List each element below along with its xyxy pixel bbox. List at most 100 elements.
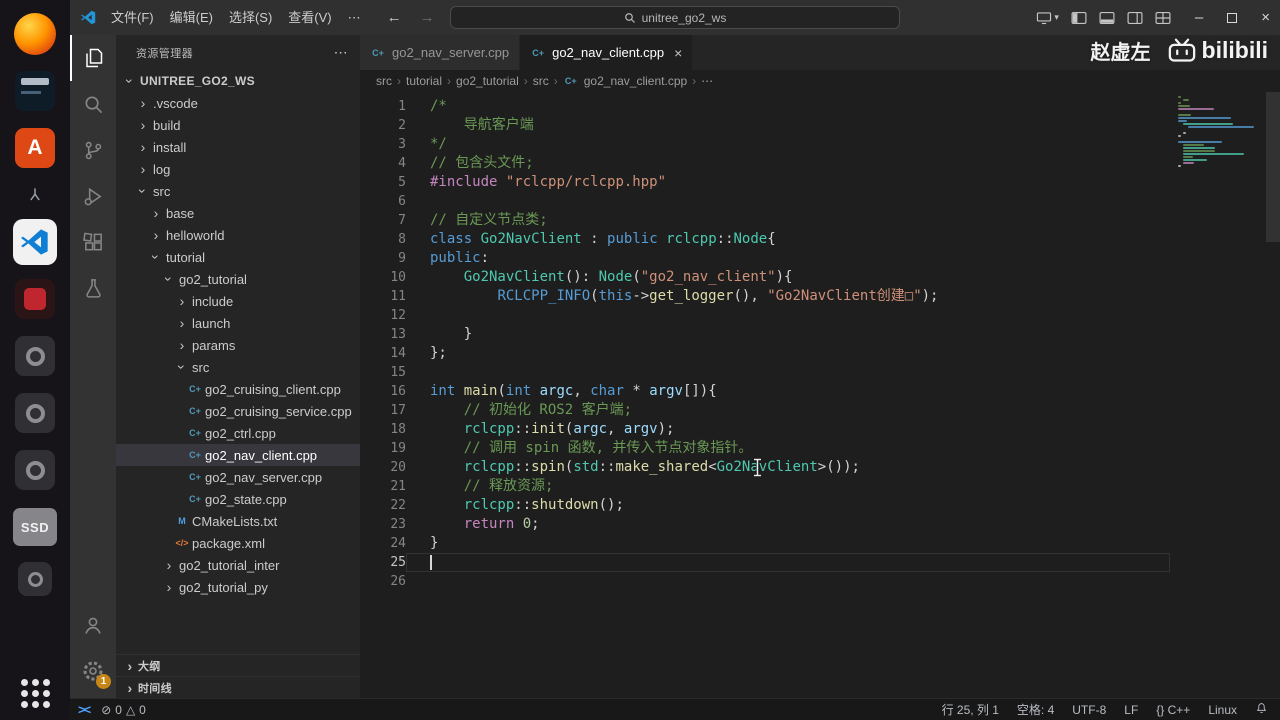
utility-app-icon[interactable] — [13, 183, 57, 207]
outline-panel-header[interactable]: › 大纲 — [116, 654, 360, 676]
tree-item-folder[interactable]: › UNITREE_GO2_WS — [116, 70, 360, 92]
tree-item-file[interactable]: C+ go2_ctrl.cpp — [116, 422, 360, 444]
tree-item-folder[interactable]: › launch — [116, 312, 360, 334]
code-line[interactable]: 3 */ — [360, 135, 1170, 154]
tree-item-folder[interactable]: › include — [116, 290, 360, 312]
code-line[interactable]: 1 /* — [360, 97, 1170, 116]
run-debug-icon[interactable] — [70, 173, 116, 219]
tree-item-folder[interactable]: › go2_tutorial — [116, 268, 360, 290]
settings-gear-icon[interactable]: 1 — [70, 648, 116, 694]
notifications-bell-icon[interactable] — [1255, 702, 1268, 718]
code-line[interactable]: 8 class Go2NavClient : public rclcpp::Nod… — [360, 230, 1170, 249]
code-line[interactable]: 4 // 包含头文件; — [360, 154, 1170, 173]
breadcrumb-item[interactable]: src — [533, 74, 549, 88]
tab-close-icon[interactable]: × — [674, 45, 682, 61]
code-line[interactable]: 23 return 0; — [360, 515, 1170, 534]
explorer-icon[interactable] — [70, 35, 116, 81]
tab-go2-nav-client[interactable]: C+ go2_nav_client.cpp × — [520, 35, 694, 70]
placeholder-app-icon-2[interactable] — [13, 391, 57, 435]
tree-item-file[interactable]: </> package.xml — [116, 532, 360, 554]
code-line[interactable]: 25 — [360, 553, 1170, 572]
code-line[interactable]: 21 // 释放资源; — [360, 477, 1170, 496]
code-line[interactable]: 19 // 调用 spin 函数, 并传入节点对象指针。 — [360, 439, 1170, 458]
minimize-button[interactable]: – — [1195, 9, 1203, 26]
code-line[interactable]: 16 int main(int argc, char * argv[]){ — [360, 382, 1170, 401]
tree-item-folder[interactable]: › params — [116, 334, 360, 356]
code-line[interactable]: 5 #include "rclcpp/rclcpp.hpp" — [360, 173, 1170, 192]
explorer-more-actions-icon[interactable]: ⋯ — [334, 44, 348, 61]
software-center-icon[interactable]: A — [13, 126, 57, 170]
tree-item-folder[interactable]: › install — [116, 136, 360, 158]
code-line[interactable]: 17 // 初始化 ROS2 客户端; — [360, 401, 1170, 420]
customize-layout-icon[interactable] — [1155, 11, 1171, 25]
tree-item-file[interactable]: C+ go2_nav_server.cpp — [116, 466, 360, 488]
code-line[interactable]: 14}; — [360, 344, 1170, 363]
code-line[interactable]: 7 // 自定义节点类; — [360, 211, 1170, 230]
tree-item-folder[interactable]: › build — [116, 114, 360, 136]
breadcrumb-item[interactable]: tutorial — [406, 74, 442, 88]
tree-item-folder[interactable]: › src — [116, 180, 360, 202]
forward-arrow-icon[interactable]: → — [420, 9, 435, 26]
toggle-primary-sidebar-icon[interactable] — [1071, 11, 1087, 25]
tree-item-file[interactable]: C+ go2_cruising_client.cpp — [116, 378, 360, 400]
code-line[interactable]: 18 rclcpp::init(argc, argv); — [360, 420, 1170, 439]
placeholder-app-icon-4[interactable] — [13, 562, 57, 596]
toggle-secondary-sidebar-icon[interactable] — [1127, 11, 1143, 25]
search-sidebar-icon[interactable] — [70, 81, 116, 127]
encoding[interactable]: UTF-8 — [1072, 703, 1106, 717]
tree-item-folder[interactable]: › go2_tutorial_inter — [116, 554, 360, 576]
eol-sequence[interactable]: LF — [1124, 703, 1138, 717]
code-line[interactable]: 13 } — [360, 325, 1170, 344]
tree-item-file[interactable]: C+ go2_nav_client.cpp — [116, 444, 360, 466]
tree-item-file[interactable]: M CMakeLists.txt — [116, 510, 360, 532]
source-control-icon[interactable] — [70, 127, 116, 173]
cursor-position[interactable]: 行 25, 列 1 — [942, 701, 999, 718]
command-center-search[interactable]: unitree_go2_ws — [450, 6, 900, 29]
close-button[interactable]: × — [1261, 9, 1270, 26]
code-line[interactable]: 12 — [360, 306, 1170, 325]
testing-icon[interactable] — [70, 265, 116, 311]
code-line[interactable]: 15 — [360, 363, 1170, 382]
os-indicator[interactable]: Linux — [1208, 703, 1237, 717]
menu-edit[interactable]: 编辑(E) — [162, 6, 221, 30]
tab-go2-nav-server[interactable]: C+ go2_nav_server.cpp — [360, 35, 521, 70]
code-editor[interactable]: 1 /* 2 导航客户端 3 */ 4 // 包含头文件; 5 #include "rclcpp… — [360, 92, 1280, 698]
breadcrumb-item-file[interactable]: go2_nav_client.cpp — [584, 74, 687, 88]
tree-item-folder[interactable]: › src — [116, 356, 360, 378]
vscode-dock-icon[interactable] — [13, 219, 57, 265]
maximize-button[interactable] — [1227, 12, 1238, 23]
breadcrumb-item[interactable]: go2_tutorial — [456, 74, 519, 88]
back-arrow-icon[interactable]: ← — [387, 9, 402, 26]
breadcrumb-item[interactable]: ⋯ — [701, 74, 713, 88]
tree-item-folder[interactable]: › log — [116, 158, 360, 180]
code-line[interactable]: 6 — [360, 192, 1170, 211]
placeholder-app-icon-3[interactable] — [13, 448, 57, 492]
code-line[interactable]: 10 Go2NavClient(): Node("go2_nav_client"… — [360, 268, 1170, 287]
tree-item-file[interactable]: C+ go2_state.cpp — [116, 488, 360, 510]
code-line[interactable]: 26 — [360, 572, 1170, 591]
menu-more[interactable]: ⋯ — [340, 6, 369, 30]
editor-scrollbar[interactable] — [1266, 92, 1280, 698]
tree-item-file[interactable]: C+ go2_cruising_service.cpp — [116, 400, 360, 422]
remote-indicator-icon[interactable]: >< — [78, 702, 91, 717]
menu-view[interactable]: 查看(V) — [280, 6, 339, 30]
tree-item-folder[interactable]: › go2_tutorial_py — [116, 576, 360, 598]
language-mode[interactable]: {} C++ — [1156, 703, 1190, 717]
firefox-icon[interactable] — [13, 12, 57, 56]
red-media-app-icon[interactable] — [13, 277, 57, 321]
tree-item-folder[interactable]: › helloworld — [116, 224, 360, 246]
indentation[interactable]: 空格: 4 — [1017, 701, 1054, 718]
tree-item-folder[interactable]: › base — [116, 202, 360, 224]
app-grid-icon[interactable] — [20, 679, 50, 708]
dark-files-app-icon[interactable] — [13, 69, 57, 113]
minimap[interactable] — [1178, 96, 1266, 174]
placeholder-app-icon-1[interactable] — [13, 334, 57, 378]
extensions-icon[interactable] — [70, 219, 116, 265]
toggle-panel-icon[interactable] — [1099, 11, 1115, 25]
code-line[interactable]: 9 public: — [360, 249, 1170, 268]
account-icon[interactable] — [70, 602, 116, 648]
code-line[interactable]: 2 导航客户端 — [360, 116, 1170, 135]
problems-indicator[interactable]: ⊘ 0 △ 0 — [101, 703, 146, 717]
tree-item-folder[interactable]: › tutorial — [116, 246, 360, 268]
menu-file[interactable]: 文件(F) — [103, 6, 162, 30]
